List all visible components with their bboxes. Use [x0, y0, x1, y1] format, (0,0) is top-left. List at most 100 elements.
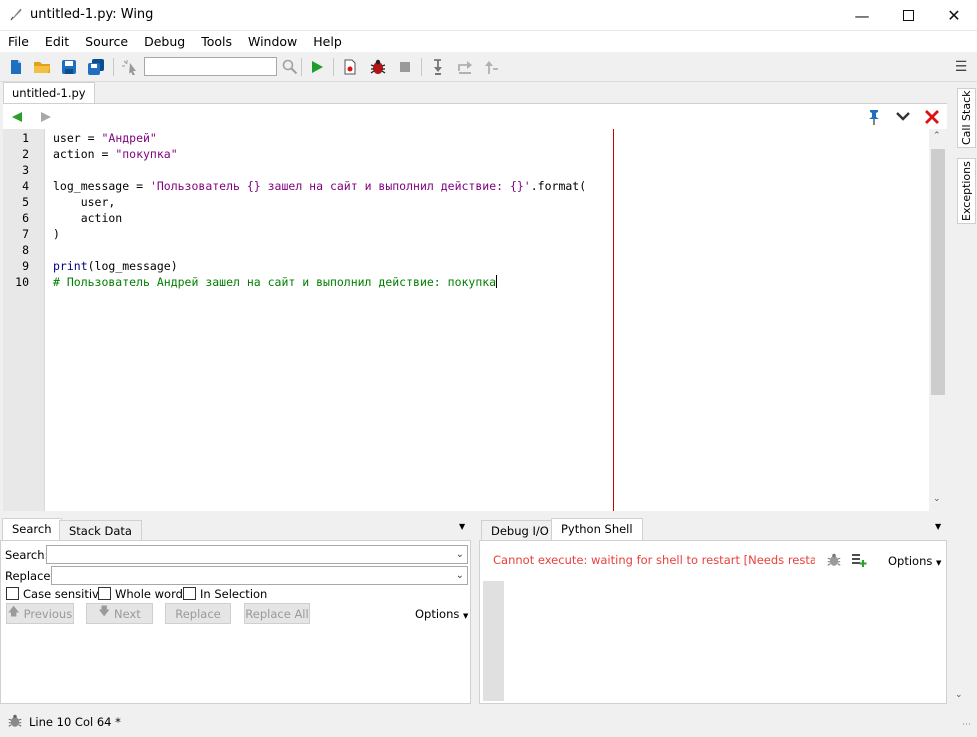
search-label: Search:: [5, 548, 49, 562]
code-line[interactable]: log_message = 'Пользователь {} зашел на …: [53, 179, 586, 193]
menu-window[interactable]: Window: [240, 34, 305, 49]
toolbar-search-input[interactable]: [144, 57, 277, 76]
replace-button[interactable]: Replace: [165, 603, 231, 624]
line-number: 10: [15, 275, 29, 289]
menu-debug[interactable]: Debug: [136, 34, 193, 49]
code-token: action =: [53, 147, 116, 161]
code-line[interactable]: user = "Андрей": [53, 131, 157, 145]
back-arrow-icon[interactable]: [11, 111, 23, 123]
title-bar: untitled-1.py: Wing — ✕: [0, 0, 977, 31]
whole-words-checkbox[interactable]: [98, 587, 111, 600]
tab-python-shell[interactable]: Python Shell: [551, 518, 643, 540]
chevron-down-icon[interactable]: [896, 112, 910, 122]
chevron-down-icon[interactable]: ⌄: [456, 570, 464, 581]
menu-tools[interactable]: Tools: [193, 34, 240, 49]
line-number-gutter: 1 2 3 4 5 6 7 8 9 10: [3, 129, 45, 511]
tab-exceptions[interactable]: Exceptions: [957, 158, 976, 224]
menu-file[interactable]: File: [0, 34, 37, 49]
toolbar-separator: [421, 58, 422, 76]
toolbar-menu-button[interactable]: ☰: [950, 56, 972, 78]
close-editor-icon[interactable]: [925, 110, 939, 124]
stop-icon: [400, 62, 410, 72]
stop-button[interactable]: [394, 56, 416, 78]
tab-call-stack[interactable]: Call Stack: [957, 88, 976, 148]
close-button[interactable]: ✕: [931, 0, 977, 31]
tab-stack-data[interactable]: Stack Data: [59, 520, 142, 542]
folder-icon: [34, 62, 50, 73]
chevron-down-icon[interactable]: ⌄: [456, 549, 464, 560]
add-list-icon[interactable]: [851, 552, 867, 568]
minimize-button[interactable]: —: [839, 0, 885, 31]
search-options-button[interactable]: Options ▼: [415, 607, 468, 621]
string-token: "покупка": [115, 147, 178, 161]
code-line[interactable]: print(log_message): [53, 259, 178, 273]
maximize-button[interactable]: [885, 0, 931, 31]
file-breakpoint-icon: [344, 59, 356, 75]
panel-menu-dropdown-icon[interactable]: ▼: [935, 522, 941, 531]
tab-search[interactable]: Search: [2, 518, 62, 540]
replace-label: Replace:: [5, 569, 55, 583]
pin-icon[interactable]: [867, 109, 881, 125]
save-all-button[interactable]: [85, 56, 107, 78]
search-combo[interactable]: ⌄: [46, 545, 468, 564]
menu-edit[interactable]: Edit: [37, 34, 77, 49]
new-file-button[interactable]: [5, 56, 27, 78]
line-number: 8: [22, 243, 29, 257]
next-button[interactable]: 🡇 Next: [86, 603, 153, 624]
search-panel: Search Stack Data ▼ Search: ⌄ Replace: ⌄…: [0, 518, 472, 704]
step-out-button[interactable]: [481, 56, 503, 78]
case-sensitive-checkbox[interactable]: [6, 587, 19, 600]
line-number: 6: [22, 211, 29, 225]
code-editor[interactable]: 1 2 3 4 5 6 7 8 9 10 user = "Андрей" act…: [3, 129, 947, 511]
save-button[interactable]: [58, 56, 80, 78]
resize-grip-icon[interactable]: ⋯: [962, 720, 971, 730]
code-token: (log_message): [87, 259, 178, 273]
search-pointer-button[interactable]: [119, 56, 141, 78]
menu-source[interactable]: Source: [77, 34, 136, 49]
scroll-up-icon[interactable]: ⌃: [933, 131, 941, 141]
maximize-icon: [902, 10, 914, 21]
forward-arrow-icon[interactable]: [40, 111, 52, 123]
comment-token: # Пользователь Андрей зашел на сайт и вы…: [53, 275, 497, 289]
code-line[interactable]: ): [53, 227, 60, 241]
scroll-down-icon[interactable]: ⌄: [955, 690, 963, 700]
cursor-position-status: Line 10 Col 64 *: [29, 715, 121, 729]
menu-help[interactable]: Help: [305, 34, 350, 49]
in-selection-label: In Selection: [200, 587, 268, 601]
search-go-button[interactable]: [279, 56, 301, 78]
run-button[interactable]: [306, 56, 328, 78]
in-selection-checkbox[interactable]: [183, 587, 196, 600]
replace-combo[interactable]: ⌄: [51, 566, 468, 585]
dropdown-arrow-icon: ▼: [936, 559, 942, 567]
code-line[interactable]: action = "покупка": [53, 147, 178, 161]
new-breakpoint-file-button[interactable]: [339, 56, 361, 78]
string-token: "Андрей": [101, 131, 157, 145]
code-line[interactable]: user,: [53, 195, 116, 209]
tab-untitled-1[interactable]: untitled-1.py: [3, 82, 95, 104]
debug-shell-bug-icon[interactable]: [826, 552, 842, 568]
previous-button[interactable]: 🡅 Previous: [6, 603, 74, 624]
shell-panel: Debug I/O Python Shell ▼ Cannot execute:…: [479, 518, 963, 704]
step-into-button[interactable]: [427, 56, 449, 78]
line-number: 1: [22, 131, 29, 145]
code-token: log_message =: [53, 179, 150, 193]
shell-scrollbar[interactable]: ⌄: [955, 540, 965, 704]
code-line[interactable]: # Пользователь Андрей зашел на сайт и вы…: [53, 275, 498, 289]
open-file-button[interactable]: [31, 56, 53, 78]
debug-button[interactable]: [367, 56, 389, 78]
shell-options-button[interactable]: Options ▼: [888, 554, 941, 568]
editor-scroll-thumb[interactable]: [931, 149, 945, 395]
scroll-down-icon[interactable]: ⌄: [933, 494, 941, 504]
bug-icon: [370, 59, 386, 74]
replace-all-button[interactable]: Replace All: [244, 603, 310, 624]
search-panel-body: Search: ⌄ Replace: ⌄ Case sensitive Whol…: [0, 540, 471, 704]
status-bug-icon[interactable]: [7, 713, 23, 729]
tab-debug-io[interactable]: Debug I/O: [481, 520, 559, 542]
shell-panel-body: Cannot execute: waiting for shell to res…: [479, 540, 947, 704]
code-line[interactable]: action: [53, 211, 123, 225]
panel-menu-dropdown-icon[interactable]: ▼: [459, 522, 465, 531]
step-over-icon: [458, 61, 472, 74]
step-over-button[interactable]: [454, 56, 476, 78]
line-number: 2: [22, 147, 29, 161]
magnifier-icon: [282, 59, 298, 75]
